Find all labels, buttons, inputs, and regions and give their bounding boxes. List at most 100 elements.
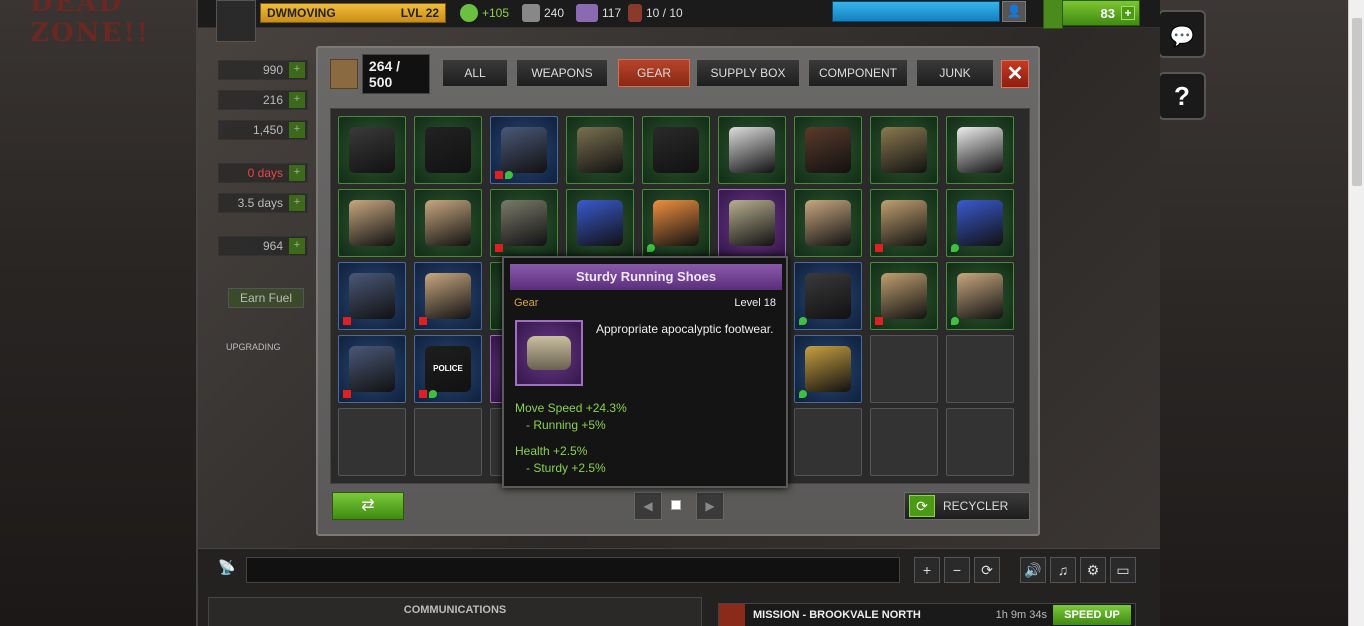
tab-gear[interactable]: GEAR: [618, 59, 690, 87]
swap-button[interactable]: ⇄: [332, 492, 404, 520]
recycler-button[interactable]: ⟳ RECYCLER: [904, 492, 1030, 520]
mission-row[interactable]: MISSION - BROOKVALE NORTH 1h 9m 34s SPEE…: [718, 603, 1136, 626]
inventory-slot[interactable]: [338, 262, 406, 330]
add-cash-button[interactable]: +: [1121, 6, 1135, 20]
add-friend-button[interactable]: 👤: [1002, 1, 1026, 22]
inventory-slot[interactable]: [490, 189, 558, 257]
crosshair-icon: [719, 604, 745, 626]
resource-add-button[interactable]: +: [289, 92, 305, 108]
rotate-button[interactable]: ⟳: [974, 557, 1000, 583]
rotate-icon: ⟳: [981, 562, 993, 578]
magazine-icon: [349, 273, 395, 319]
minus-icon: −: [952, 562, 962, 578]
tab-component[interactable]: COMPONENT: [808, 59, 908, 87]
inventory-slot[interactable]: [946, 189, 1014, 257]
help-icon: ?: [1174, 81, 1190, 111]
inventory-slot[interactable]: [870, 262, 938, 330]
inventory-slot[interactable]: [794, 189, 862, 257]
goggles-icon: [957, 200, 1003, 246]
communications-panel[interactable]: COMMUNICATIONS: [208, 597, 702, 626]
inventory-slot[interactable]: [414, 408, 482, 476]
inventory-slot[interactable]: [490, 116, 558, 184]
equipped-marker: [951, 244, 959, 252]
resource-value: 964: [262, 239, 283, 253]
zoom-out-button[interactable]: −: [944, 557, 970, 583]
inventory-slot[interactable]: [338, 189, 406, 257]
tab-all[interactable]: ALL: [442, 59, 508, 87]
music-button[interactable]: ♫: [1050, 557, 1076, 583]
resource-value: 1,450: [252, 123, 283, 137]
inventory-slot[interactable]: POLICE: [414, 335, 482, 403]
broken-marker: [343, 317, 351, 325]
inventory-slot[interactable]: [946, 262, 1014, 330]
recycle-icon: ⟳: [909, 495, 935, 517]
inventory-slot[interactable]: [946, 335, 1014, 403]
armor-icon: [653, 127, 699, 173]
settings-button[interactable]: ⚙: [1080, 557, 1106, 583]
broken-marker: [495, 244, 503, 252]
chat-button[interactable]: 💬: [1158, 10, 1206, 58]
inventory-slot[interactable]: [566, 116, 634, 184]
resource-value: 990: [262, 63, 283, 77]
tooltip-item-image: [515, 320, 583, 386]
inventory-slot[interactable]: [338, 408, 406, 476]
mission-name: MISSION - BROOKVALE NORTH: [753, 609, 921, 621]
inventory-slot[interactable]: [338, 116, 406, 184]
sound-button[interactable]: 🔊: [1020, 557, 1046, 583]
speed-up-button[interactable]: SPEED UP: [1053, 605, 1131, 625]
police-vest-icon: POLICE: [425, 346, 471, 392]
resource-value: 0 days: [247, 166, 283, 180]
background-left: DEAD ZONE!!: [0, 0, 196, 626]
inventory-slot[interactable]: [566, 189, 634, 257]
inventory-slot[interactable]: [794, 335, 862, 403]
running-shoes-icon: [729, 200, 775, 246]
security-value: 10 / 10: [646, 6, 683, 20]
next-page-button[interactable]: ▶: [696, 492, 724, 520]
earn-fuel-button[interactable]: Earn Fuel: [228, 288, 304, 308]
inventory-slot[interactable]: [718, 189, 786, 257]
prev-page-button[interactable]: ◀: [634, 492, 662, 520]
inventory-slot[interactable]: [414, 116, 482, 184]
fuel-bar: [832, 1, 1000, 22]
boots-icon: [349, 200, 395, 246]
resource-add-button[interactable]: +: [289, 62, 305, 78]
ammo-belt-icon: [881, 127, 927, 173]
resource-add-button[interactable]: +: [289, 165, 305, 181]
inventory-slot[interactable]: [946, 116, 1014, 184]
scrollbar-thumb[interactable]: [1352, 18, 1362, 186]
resource-value: 3.5 days: [237, 196, 283, 210]
page-indicator: [671, 500, 681, 510]
tab-junk[interactable]: JUNK: [916, 59, 994, 87]
magazine-icon: [501, 127, 547, 173]
page-scrollbar[interactable]: [1348, 0, 1364, 626]
inventory-slot[interactable]: [794, 116, 862, 184]
inventory-slot[interactable]: [414, 262, 482, 330]
inventory-slot[interactable]: [870, 116, 938, 184]
tab-weapons[interactable]: WEAPONS: [516, 59, 608, 87]
inventory-slot[interactable]: [718, 116, 786, 184]
inventory-count: 264 / 500: [330, 54, 430, 94]
inventory-slot[interactable]: [870, 189, 938, 257]
fullscreen-button[interactable]: ▭: [1110, 557, 1136, 583]
inventory-slot[interactable]: [870, 335, 938, 403]
shield-icon: [522, 4, 540, 22]
tab-supply-box[interactable]: SUPPLY BOX: [696, 59, 800, 87]
inventory-slot[interactable]: [642, 189, 710, 257]
inventory-slot[interactable]: [794, 262, 862, 330]
help-button[interactable]: ?: [1158, 72, 1206, 120]
cash-display[interactable]: 83 +: [1043, 0, 1140, 29]
inventory-slot[interactable]: [338, 335, 406, 403]
inventory-slot[interactable]: [946, 408, 1014, 476]
resource-add-button[interactable]: +: [289, 195, 305, 211]
player-avatar[interactable]: [216, 0, 256, 42]
close-button[interactable]: ✕: [1001, 60, 1029, 88]
sneakers-icon: [957, 127, 1003, 173]
inventory-slot[interactable]: [794, 408, 862, 476]
resource-add-button[interactable]: +: [289, 238, 305, 254]
inventory-slot[interactable]: [870, 408, 938, 476]
zoom-in-button[interactable]: +: [914, 557, 940, 583]
inventory-slot[interactable]: [642, 116, 710, 184]
fullscreen-icon: ▭: [1116, 562, 1130, 578]
resource-add-button[interactable]: +: [289, 122, 305, 138]
inventory-slot[interactable]: [414, 189, 482, 257]
